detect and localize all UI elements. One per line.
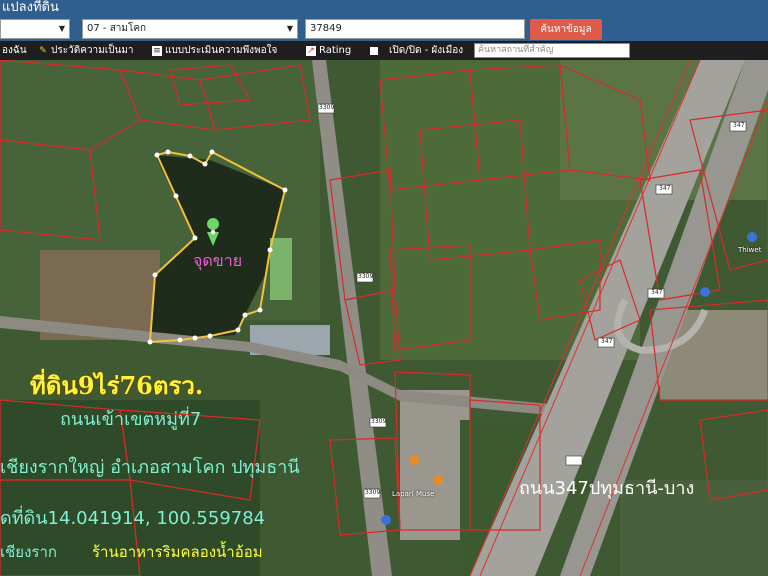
document-icon: ≡ — [152, 45, 162, 56]
road-shield-label: 3309 — [371, 418, 387, 425]
district-select[interactable]: 07 - สามโคก ▼ — [82, 19, 298, 39]
chevron-down-icon: ▼ — [286, 24, 293, 33]
toolbar-item-label: เปิด/ปิด - ผังเมือง — [389, 45, 464, 56]
road-shield-label: 347 — [659, 185, 671, 192]
place-search-input[interactable]: ค้นหาสถานที่สำคัญ — [474, 43, 630, 58]
listing-location-text: เชียงรากใหญ่ อำเภอสามโคก ปทุมธานี — [0, 457, 300, 478]
place-label: Laparl Muse — [392, 490, 435, 498]
toolbar-item-history[interactable]: ✎ ประวัติความเป็นมา — [38, 41, 134, 60]
listing-road-text: ถนนเข้าเขตหมู่ที่7 — [60, 409, 202, 430]
map-toolbar: องฉัน ✎ ประวัติความเป็นมา ≡ แบบประเมินคว… — [0, 41, 768, 60]
toolbar-item-label: แบบประเมินความพึงพอใจ — [165, 45, 278, 56]
poi-pin-icon[interactable] — [747, 232, 757, 242]
map-pond — [270, 238, 292, 300]
poi-pin-icon[interactable] — [381, 515, 391, 525]
restaurant-pin-icon[interactable] — [409, 455, 419, 465]
listing-restaurant-text: ร้านอาหารริมคลองน้ำอ้อม — [92, 543, 263, 561]
listing-headline: ที่ดิน9ไร่76ตรว. — [30, 371, 204, 400]
toolbar-item-label: Rating — [319, 45, 352, 56]
toolbar-item-label: ประวัติความเป็นมา — [51, 45, 134, 56]
road-shield — [565, 455, 583, 466]
satellite-map[interactable]: จุดขาย ที่ดิน9ไร่76ตรว. ถนนเข้าเขตหมู่ที… — [0, 60, 768, 576]
road-shield-label: 347 — [601, 338, 613, 345]
province-select[interactable]: ▼ — [0, 19, 70, 39]
search-bar: แปลงที่ดิน ▼ 07 - สามโคก ▼ 37849 ค้นหาข้… — [0, 0, 768, 41]
chart-icon: ↗ — [306, 45, 316, 56]
toolbar-item-zoning-toggle[interactable]: เปิด/ปิด - ผังเมือง — [370, 41, 463, 60]
chevron-down-icon: ▼ — [58, 24, 65, 33]
restaurant-pin-icon[interactable] — [433, 475, 443, 485]
map-building-compound — [400, 390, 470, 540]
road-shield-label: 3309 — [358, 273, 374, 280]
road-shield-label: 347 — [733, 122, 745, 129]
road-shield-label: 3309 — [319, 104, 335, 111]
district-select-value: 07 - สามโคก — [87, 23, 147, 34]
place-label: Thiwet — [738, 246, 762, 254]
parcel-number-input[interactable]: 37849 — [305, 19, 525, 39]
toolbar-item-label: องฉัน — [2, 45, 27, 56]
listing-coordinates-text: ดที่ดิน14.041914, 100.559784 — [0, 508, 266, 529]
listing-area-text: เชียงราก — [0, 543, 57, 561]
history-icon: ✎ — [39, 45, 47, 56]
toolbar-item-rating[interactable]: ↗ Rating — [306, 41, 351, 60]
poi-pin-icon[interactable] — [700, 287, 710, 297]
highway-label: ถนน347ปทุมธานี-บาง — [519, 478, 695, 499]
road-shield-label: 3309 — [365, 489, 381, 496]
toolbar-item-my-location[interactable]: องฉัน — [2, 41, 27, 60]
checkbox-icon[interactable] — [370, 46, 378, 55]
marker-label: จุดขาย — [193, 251, 243, 270]
road-shield-label: 347 — [651, 289, 663, 296]
toolbar-item-survey[interactable]: ≡ แบบประเมินความพึงพอใจ — [152, 41, 277, 60]
search-button[interactable]: ค้นหาข้อมูล — [530, 19, 602, 40]
page-title: แปลงที่ดิน — [2, 0, 59, 15]
